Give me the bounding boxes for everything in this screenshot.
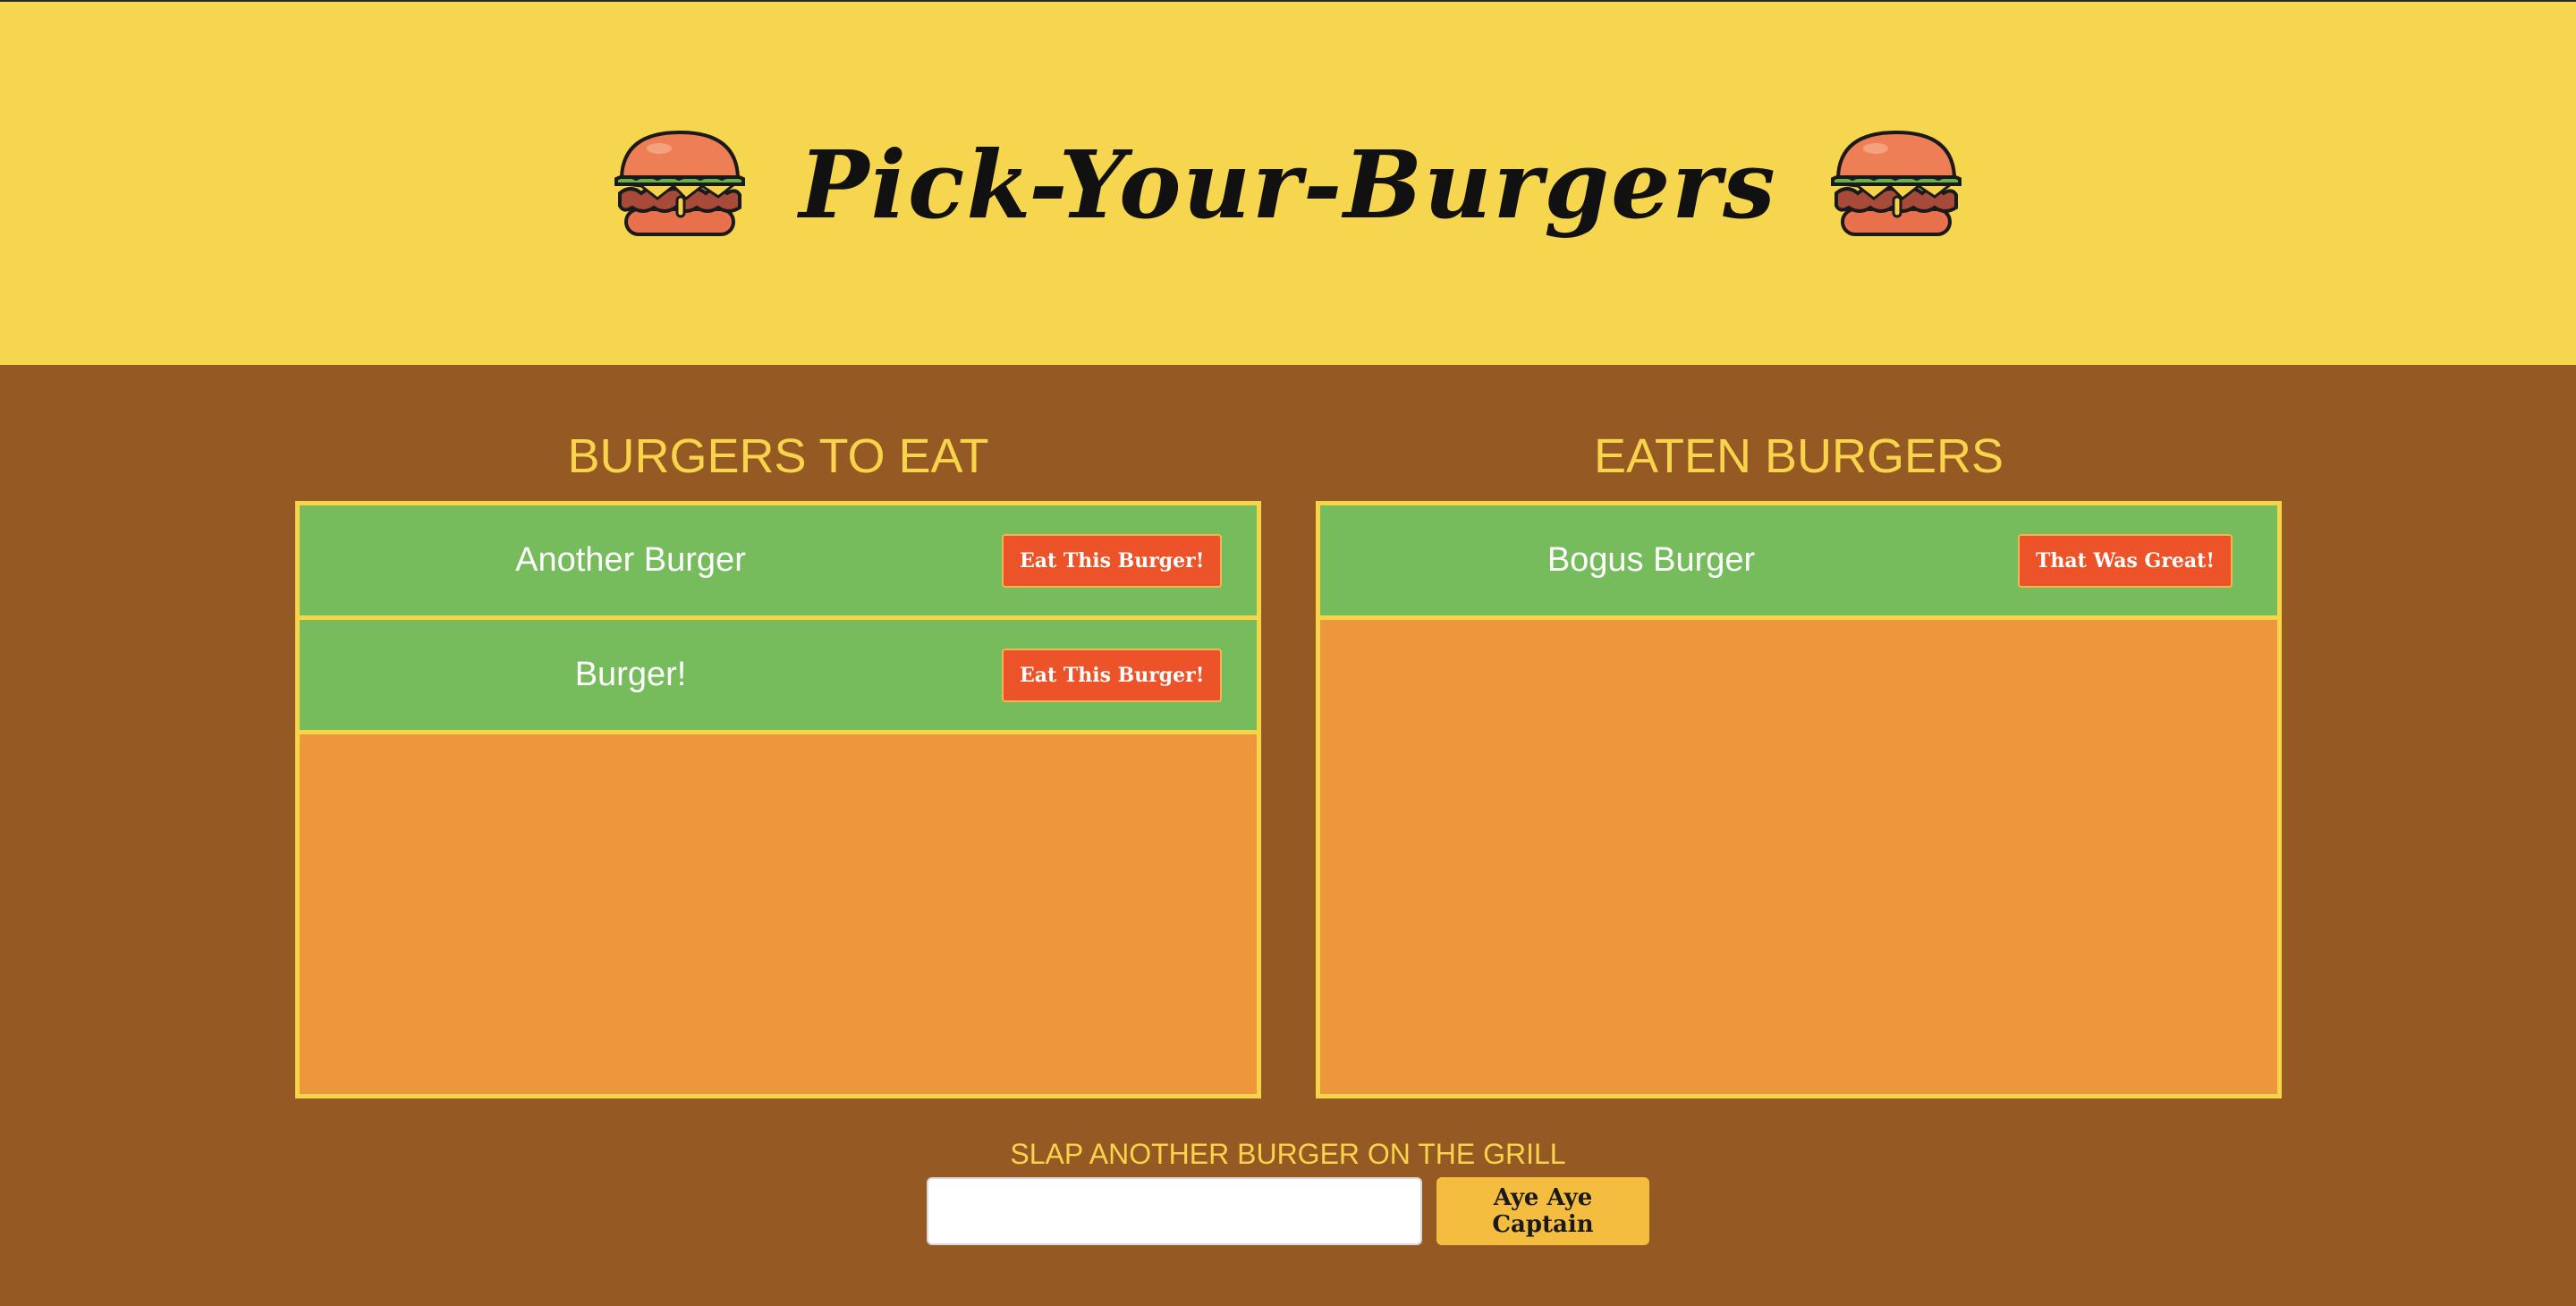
- main-content: BURGERS TO EAT Another Burger Eat This B…: [0, 365, 2576, 1306]
- title-bar: Pick-Your-Burgers: [0, 118, 2576, 252]
- page-title: Pick-Your-Burgers: [799, 130, 1777, 240]
- header: Pick-Your-Burgers: [0, 0, 2576, 365]
- list-item: Bogus Burger That Was Great!: [1320, 505, 2277, 620]
- burger-name: Bogus Burger: [1546, 541, 1756, 579]
- burger-icon: [614, 130, 746, 236]
- eat-burger-button[interactable]: Eat This Burger!: [1002, 534, 1223, 588]
- add-burger-row: Aye Aye Captain: [927, 1177, 1649, 1245]
- burger-name: Burger!: [574, 656, 687, 693]
- that-was-great-button[interactable]: That Was Great!: [2018, 534, 2233, 588]
- add-burger-form: SLAP ANOTHER BURGER ON THE GRILL Aye Aye…: [0, 1136, 2576, 1245]
- burgers-to-eat-column: BURGERS TO EAT Another Burger Eat This B…: [295, 422, 1261, 1098]
- add-burger-label: SLAP ANOTHER BURGER ON THE GRILL: [1010, 1138, 1566, 1170]
- eaten-burgers-heading: EATEN BURGERS: [1593, 429, 2004, 483]
- burgers-to-eat-list: Another Burger Eat This Burger! Burger! …: [295, 501, 1261, 1098]
- burger-name-input[interactable]: [927, 1177, 1422, 1245]
- submit-button[interactable]: Aye Aye Captain: [1436, 1177, 1649, 1245]
- eat-burger-button[interactable]: Eat This Burger!: [1002, 649, 1223, 702]
- list-item: Another Burger Eat This Burger!: [300, 505, 1257, 620]
- burger-name: Another Burger: [515, 541, 746, 579]
- burger-icon: [1830, 130, 1962, 236]
- eaten-burgers-list: Bogus Burger That Was Great!: [1316, 501, 2282, 1098]
- burgers-to-eat-heading: BURGERS TO EAT: [567, 429, 989, 483]
- list-item: Burger! Eat This Burger!: [300, 620, 1257, 734]
- eaten-burgers-column: EATEN BURGERS Bogus Burger That Was Grea…: [1316, 422, 2282, 1098]
